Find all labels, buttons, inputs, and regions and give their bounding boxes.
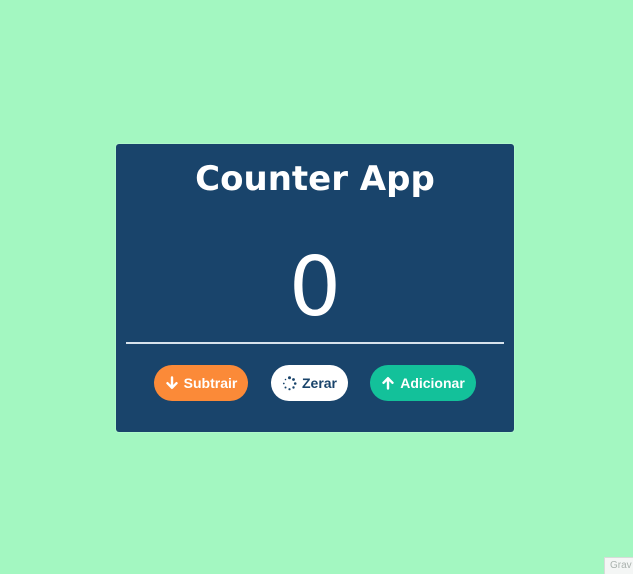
- counter-card: Counter App 0 Subtrair Zerar Adicionar: [116, 144, 514, 432]
- reset-button[interactable]: Zerar: [271, 365, 348, 401]
- app-title: Counter App: [195, 159, 435, 199]
- subtract-button[interactable]: Subtrair: [154, 365, 248, 401]
- spinner-icon: [282, 375, 297, 391]
- reset-button-label: Zerar: [301, 375, 338, 391]
- subtract-button-label: Subtrair: [183, 375, 238, 391]
- corner-badge: Grav: [604, 557, 633, 574]
- page: Counter App 0 Subtrair Zerar Adicionar G…: [0, 0, 633, 574]
- add-button-label: Adicionar: [400, 375, 465, 391]
- arrow-down-icon: [165, 376, 179, 390]
- divider: [126, 342, 504, 344]
- counter-value: 0: [288, 240, 342, 335]
- add-button[interactable]: Adicionar: [370, 365, 476, 401]
- arrow-up-icon: [381, 376, 395, 390]
